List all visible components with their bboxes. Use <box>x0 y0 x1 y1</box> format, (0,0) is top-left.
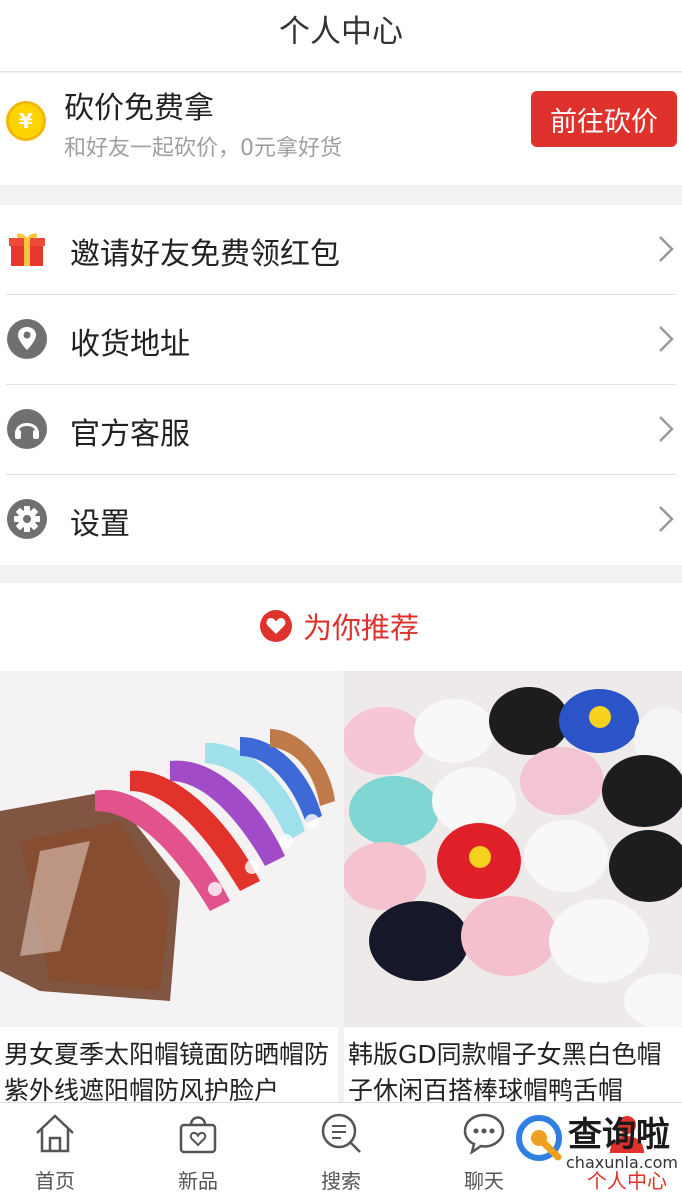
location-pin-icon <box>7 319 47 359</box>
product-grid: 男女夏季太阳帽镜面防晒帽防紫外线遮阳帽防风护脸户 韩版GD同款帽子女黑白色帽子休 <box>0 671 682 1103</box>
bargain-banner: ¥ 砍价免费拿 和好友一起砍价，0元拿好货 前往砍价 <box>0 73 682 185</box>
heart-icon <box>260 610 292 642</box>
product-image <box>0 671 338 1027</box>
page-title: 个人中心 <box>279 14 403 50</box>
chevron-right-icon <box>659 326 674 352</box>
product-name: 男女夏季太阳帽镜面防晒帽防紫外线遮阳帽防风护脸户 <box>4 1040 330 1103</box>
recommend-label: 为你推荐 <box>303 611 420 645</box>
tab-new[interactable]: 新品 <box>143 1103 253 1195</box>
recommend-header: 为你推荐 <box>0 583 682 671</box>
menu-item-label: 收货地址 <box>70 327 190 362</box>
chevron-right-icon <box>659 236 674 262</box>
gift-icon <box>9 233 45 266</box>
watermark-logo: 查询啦 chaxunla.com <box>508 1107 682 1177</box>
menu-item-invite[interactable]: 邀请好友免费领红包 <box>6 205 676 295</box>
chat-icon <box>463 1113 505 1155</box>
watermark-q-icon <box>513 1112 565 1164</box>
headset-icon <box>7 409 47 449</box>
gear-icon <box>7 499 47 539</box>
coin-icon: ¥ <box>6 101 46 141</box>
product-name: 韩版GD同款帽子女黑白色帽子休闲百搭棒球帽鸭舌帽 <box>348 1040 662 1103</box>
bargain-title: 砍价免费拿 <box>64 91 214 126</box>
tab-label: 新品 <box>178 1169 218 1193</box>
product-card[interactable]: 韩版GD同款帽子女黑白色帽子休闲百搭棒球帽鸭舌帽 <box>344 671 682 1103</box>
search-icon <box>321 1113 361 1153</box>
top-bar: 个人中心 <box>0 0 682 72</box>
go-bargain-button[interactable]: 前往砍价 <box>531 91 677 147</box>
tab-label: 搜索 <box>321 1169 361 1193</box>
tab-search[interactable]: 搜索 <box>286 1103 396 1195</box>
menu-item-label: 邀请好友免费领红包 <box>70 237 340 272</box>
home-icon <box>36 1114 74 1153</box>
product-image <box>344 671 682 1027</box>
watermark-url: chaxunla.com <box>566 1153 678 1172</box>
tab-label: 首页 <box>35 1169 75 1193</box>
menu-item-customer-service[interactable]: 官方客服 <box>6 385 676 475</box>
watermark-text: 查询啦 <box>568 1115 670 1155</box>
menu-item-label: 设置 <box>70 507 130 542</box>
chevron-right-icon <box>659 506 674 532</box>
shopping-bag-icon <box>179 1116 217 1154</box>
chevron-right-icon <box>659 416 674 442</box>
tab-home[interactable]: 首页 <box>0 1103 110 1195</box>
menu-item-address[interactable]: 收货地址 <box>6 295 676 385</box>
bargain-subtitle: 和好友一起砍价，0元拿好货 <box>64 136 342 161</box>
product-card[interactable]: 男女夏季太阳帽镜面防晒帽防紫外线遮阳帽防风护脸户 <box>0 671 338 1103</box>
menu-item-label: 官方客服 <box>70 417 190 452</box>
menu-list: 邀请好友免费领红包 收货地址 官方客服 设置 <box>0 205 682 565</box>
menu-item-settings[interactable]: 设置 <box>6 475 676 565</box>
